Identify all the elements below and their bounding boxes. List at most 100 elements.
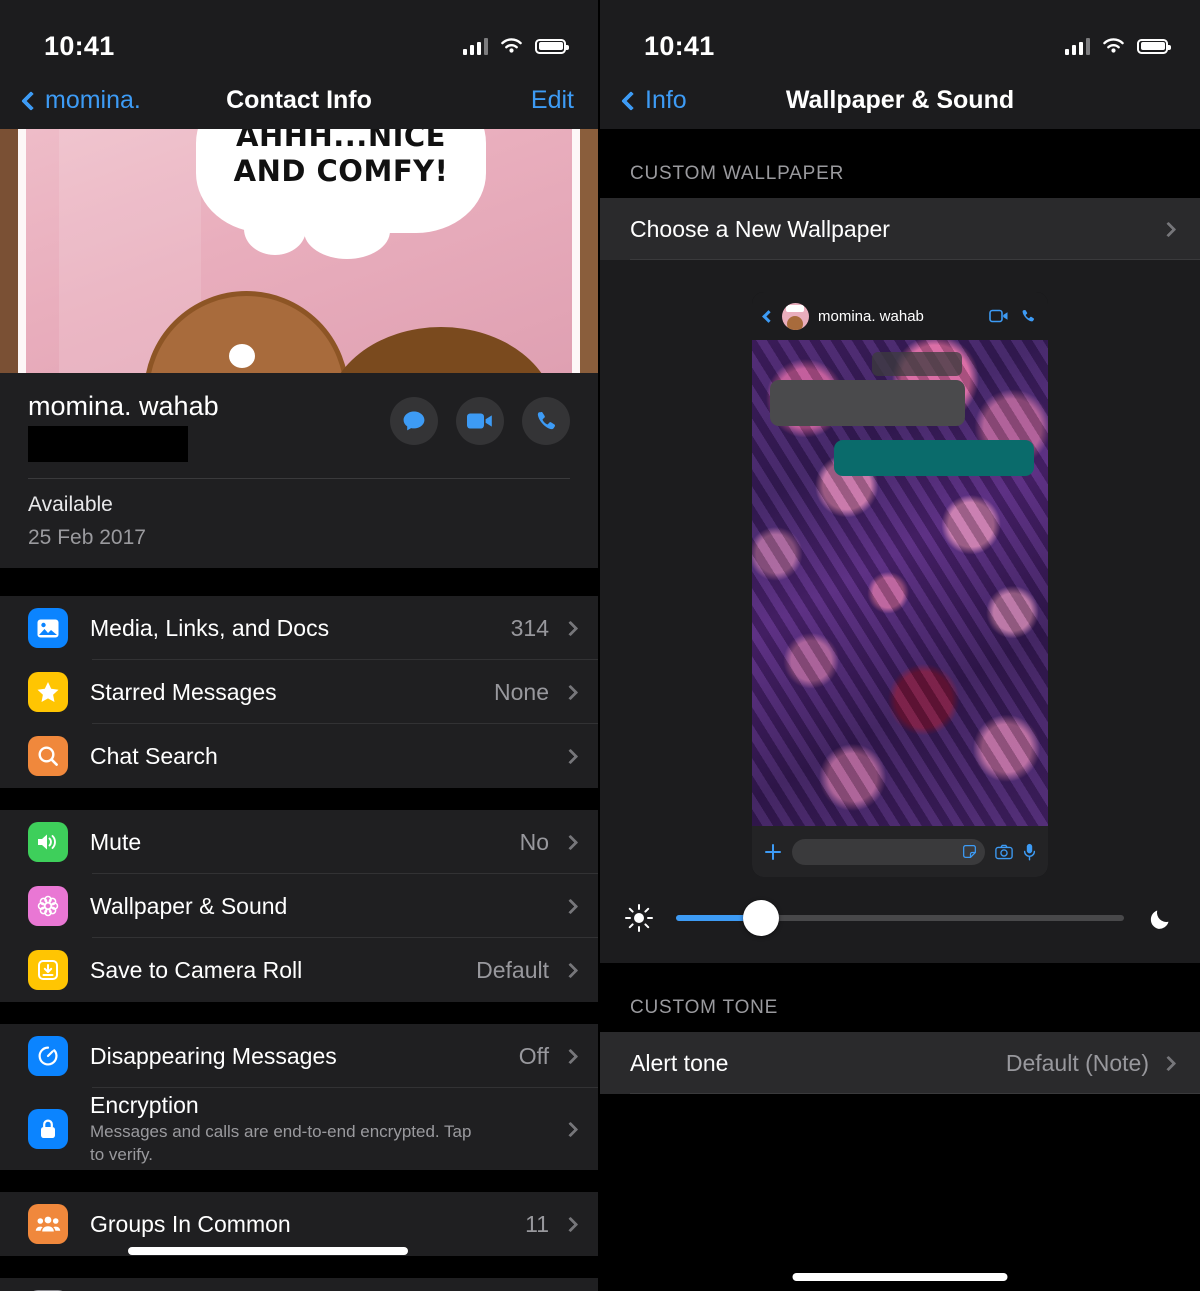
section-gap bbox=[0, 1256, 598, 1278]
row-subtitle: Messages and calls are end-to-end encryp… bbox=[90, 1122, 472, 1164]
status-bar: 10:41 bbox=[0, 0, 598, 72]
contact-details-group: Contact Details bbox=[0, 1278, 598, 1291]
edit-button[interactable]: Edit bbox=[531, 86, 574, 115]
chevron-right-icon bbox=[562, 834, 579, 850]
microphone-icon bbox=[1023, 843, 1036, 860]
chevron-left-icon bbox=[621, 90, 641, 111]
preview-incoming-bubble bbox=[770, 380, 965, 426]
nav-bar: momina. Contact Info Edit bbox=[0, 72, 598, 129]
row-contact-details[interactable]: Contact Details bbox=[0, 1278, 598, 1291]
row-choose-new-wallpaper[interactable]: Choose a New Wallpaper bbox=[600, 198, 1200, 260]
row-label: Starred Messages bbox=[90, 678, 277, 705]
wallpaper-sound-screen: 10:41 Info Wallpaper & Sound CUSTOM WALL… bbox=[600, 0, 1200, 1291]
row-value: Default bbox=[476, 956, 549, 983]
thought-bubble: AHHH...NICE AND COMFY! bbox=[196, 129, 486, 259]
row-label: Mute bbox=[90, 828, 142, 855]
section-gap bbox=[0, 1002, 598, 1024]
camera-icon bbox=[995, 844, 1013, 859]
status-bar: 10:41 bbox=[600, 0, 1200, 72]
download-icon bbox=[28, 950, 68, 990]
back-label: momina. bbox=[45, 86, 141, 114]
chevron-right-icon bbox=[562, 1121, 579, 1137]
chevron-right-icon bbox=[562, 620, 579, 636]
brightness-slider[interactable] bbox=[676, 900, 1124, 936]
row-chat-search[interactable]: Chat Search bbox=[0, 724, 598, 788]
phone-icon bbox=[1022, 309, 1035, 322]
people-icon bbox=[28, 1204, 68, 1244]
nav-bar: Info Wallpaper & Sound bbox=[600, 72, 1200, 129]
row-label: Disappearing Messages bbox=[90, 1042, 337, 1069]
section-gap bbox=[0, 568, 598, 596]
row-media-links-docs[interactable]: Media, Links, and Docs 314 bbox=[0, 596, 598, 660]
back-button[interactable]: Info bbox=[621, 86, 687, 115]
status-time: 10:41 bbox=[644, 30, 715, 61]
video-camera-icon bbox=[989, 309, 1008, 323]
preview-input-bar bbox=[752, 826, 1048, 877]
row-alert-tone[interactable]: Alert tone Default (Note) bbox=[600, 1032, 1200, 1094]
thought-dot-large bbox=[229, 344, 255, 368]
voice-call-button[interactable] bbox=[522, 397, 570, 445]
row-label: Media, Links, and Docs bbox=[90, 614, 330, 641]
cellular-bars-icon bbox=[462, 37, 488, 55]
chevron-left-icon bbox=[21, 90, 41, 111]
row-value: No bbox=[519, 828, 549, 855]
search-icon bbox=[28, 736, 68, 776]
chevron-left-icon bbox=[762, 309, 775, 323]
row-value: Default (Note) bbox=[1005, 1049, 1149, 1076]
home-indicator bbox=[128, 1247, 408, 1255]
chevron-right-icon bbox=[562, 1048, 579, 1064]
cartoon-head-2 bbox=[326, 327, 556, 373]
video-call-button[interactable] bbox=[456, 397, 504, 445]
row-wallpaper-sound[interactable]: Wallpaper & Sound bbox=[0, 874, 598, 938]
preview-wallpaper-image bbox=[752, 340, 1048, 826]
contact-header: momina. wahab Available 25 Feb 2017 bbox=[0, 373, 598, 568]
status-icons bbox=[462, 37, 569, 55]
contact-name: momina. wahab bbox=[28, 391, 219, 421]
battery-icon bbox=[535, 38, 569, 54]
row-mute[interactable]: Mute No bbox=[0, 810, 598, 874]
status-text: Available bbox=[28, 493, 113, 516]
slider-thumb[interactable] bbox=[743, 900, 780, 936]
preview-outgoing-bubble bbox=[834, 440, 1034, 476]
wifi-icon bbox=[501, 38, 522, 53]
row-value: 11 bbox=[525, 1210, 549, 1237]
row-value: 314 bbox=[510, 614, 549, 641]
status-time: 10:41 bbox=[44, 30, 115, 61]
status-date: 25 Feb 2017 bbox=[28, 526, 146, 549]
message-button[interactable] bbox=[390, 397, 438, 445]
row-starred-messages[interactable]: Starred Messages None bbox=[0, 660, 598, 724]
page-title: Wallpaper & Sound bbox=[785, 86, 1015, 114]
section-gap bbox=[0, 1170, 598, 1192]
row-value: Off bbox=[518, 1042, 549, 1069]
section-header-custom-wallpaper: CUSTOM WALLPAPER bbox=[600, 129, 1200, 198]
chat-bubble-icon bbox=[403, 411, 425, 431]
preview-contact-name: momina. wahab bbox=[818, 307, 924, 325]
avatar bbox=[782, 302, 809, 330]
row-disappearing-messages[interactable]: Disappearing Messages Off bbox=[0, 1024, 598, 1088]
timer-icon bbox=[28, 1036, 68, 1076]
sun-icon bbox=[625, 904, 653, 932]
media-group: Media, Links, and Docs 314 Starred Messa… bbox=[0, 596, 598, 788]
section-header-custom-tone: CUSTOM TONE bbox=[600, 963, 1200, 1032]
chevron-right-icon bbox=[562, 684, 579, 700]
row-label: Save to Camera Roll bbox=[90, 956, 303, 983]
wallpaper-preview[interactable]: momina. wahab bbox=[752, 292, 1048, 877]
chevron-right-icon bbox=[562, 898, 579, 914]
moon-icon bbox=[1150, 910, 1169, 929]
flower-icon bbox=[28, 886, 68, 926]
video-camera-icon bbox=[467, 413, 492, 429]
back-button[interactable]: momina. bbox=[21, 86, 141, 115]
row-label: Groups In Common bbox=[90, 1210, 291, 1237]
row-save-to-camera-roll[interactable]: Save to Camera Roll Default bbox=[0, 938, 598, 1002]
row-label: Encryption bbox=[90, 1092, 199, 1119]
row-label: Wallpaper & Sound bbox=[90, 892, 288, 919]
preview-message-input bbox=[792, 838, 985, 865]
contact-cover-photo[interactable]: AHHH...NICE AND COMFY! bbox=[0, 129, 598, 373]
row-encryption[interactable]: Encryption Messages and calls are end-to… bbox=[0, 1088, 598, 1170]
lock-icon bbox=[28, 1109, 68, 1149]
status-icons bbox=[1064, 37, 1171, 55]
wifi-icon bbox=[1103, 38, 1124, 53]
chat-settings-group: Mute No Wallpaper & Sound Save to Camera… bbox=[0, 810, 598, 1002]
contact-info-screen: 10:41 momina. Contact Info Edit AHHH...N… bbox=[0, 0, 600, 1291]
contact-status-block: Available 25 Feb 2017 bbox=[28, 479, 570, 568]
